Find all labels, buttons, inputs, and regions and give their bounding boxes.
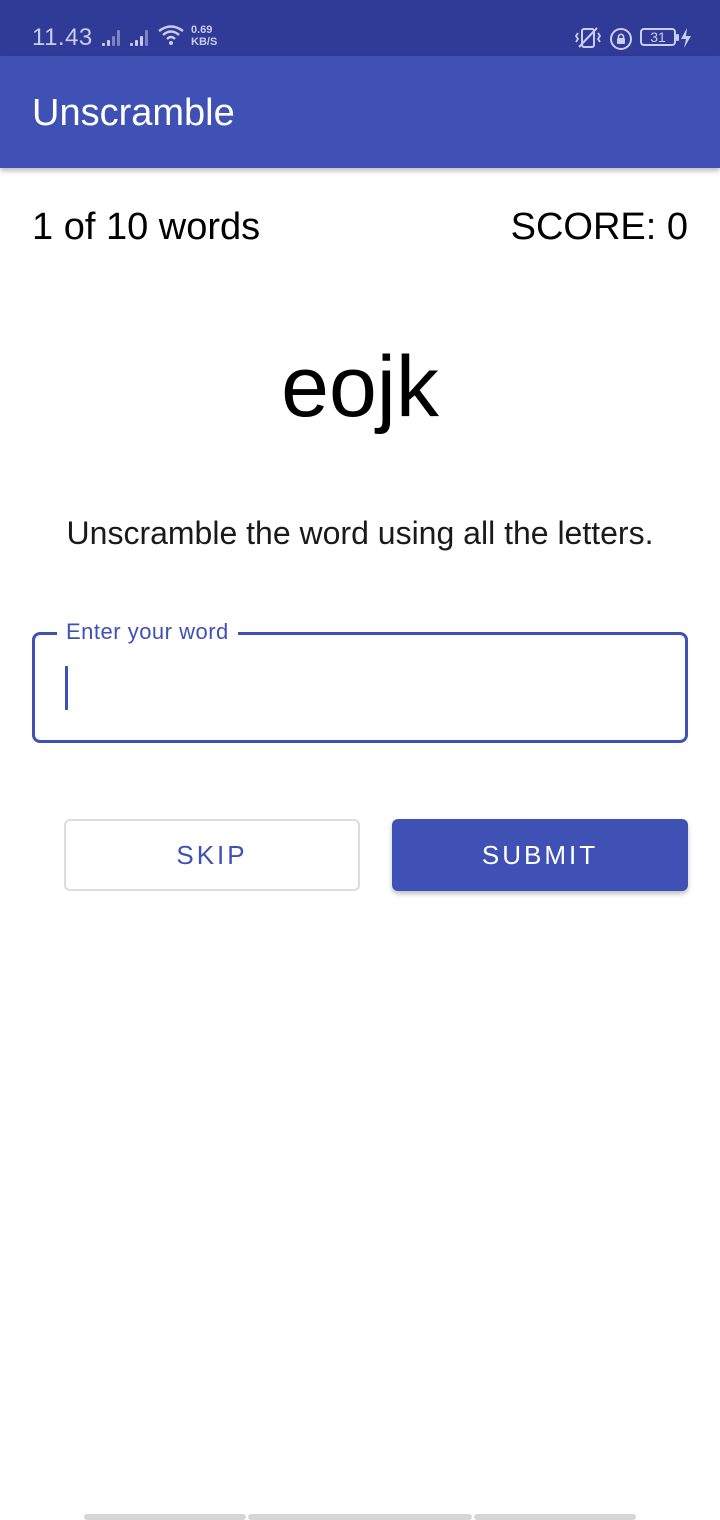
status-bar: 11.43 0.69 KB/S 31 (0, 0, 720, 56)
network-speed: 0.69 KB/S (191, 24, 217, 48)
signal-icon (102, 28, 122, 46)
net-speed-unit: KB/S (191, 36, 218, 48)
instructions: Unscramble the word using all the letter… (66, 515, 654, 551)
battery-icon: 31 (640, 28, 679, 46)
word-input[interactable] (61, 653, 665, 725)
lock-rotation-icon (610, 28, 632, 50)
nav-bar-segment[interactable] (474, 1514, 636, 1520)
scrambled-word: eojk (281, 339, 439, 435)
nav-bar-segment[interactable] (84, 1514, 246, 1520)
signal-icon (130, 28, 150, 46)
field-label: Enter your word (57, 619, 238, 645)
charging-icon (681, 28, 691, 48)
submit-button[interactable]: SUBMIT (392, 819, 688, 891)
status-time: 11.43 (32, 24, 93, 51)
word-count: 1 of 10 words (32, 206, 261, 248)
word-text-field[interactable]: Enter your word (32, 619, 688, 743)
battery-level: 31 (650, 29, 666, 45)
net-speed-value: 0.69 (191, 24, 213, 36)
vibrate-icon (574, 27, 602, 48)
score: SCORE: 0 (510, 206, 688, 248)
wifi-icon (158, 25, 184, 45)
nav-bar-segment[interactable] (248, 1514, 472, 1520)
app-title: Unscramble (32, 92, 235, 134)
text-cursor (65, 666, 68, 710)
app-bar: Unscramble (0, 56, 720, 168)
skip-button[interactable]: SKIP (64, 819, 360, 891)
